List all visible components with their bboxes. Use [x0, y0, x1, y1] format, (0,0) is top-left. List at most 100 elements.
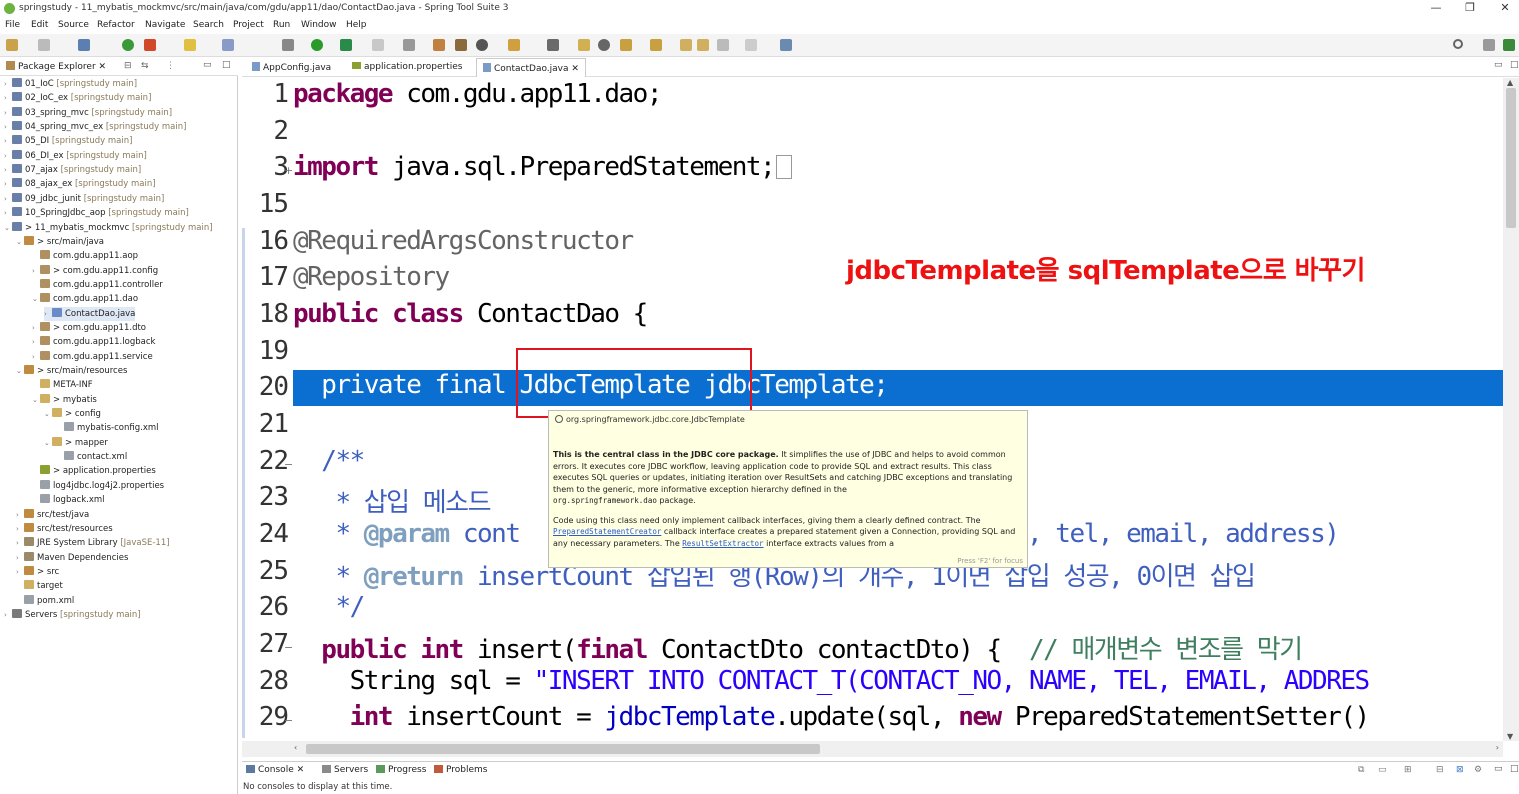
chevron-right-icon[interactable]: ›: [32, 335, 40, 349]
tree-item[interactable]: › JRE System Library [JavaSE-11]: [16, 536, 170, 550]
chevron-right-icon[interactable]: ›: [4, 106, 12, 120]
debug-icon[interactable]: [282, 39, 294, 51]
tree-item[interactable]: › 03_spring_mvc [springstudy main]: [4, 106, 172, 120]
tree-item[interactable]: › > src: [16, 565, 59, 579]
menu-edit[interactable]: Edit: [31, 20, 48, 30]
open-folder-icon[interactable]: [508, 39, 520, 51]
expand-fold-icon[interactable]: +: [284, 164, 293, 177]
minimize-view-icon[interactable]: ▭: [203, 60, 212, 70]
collapse-fold-icon[interactable]: −: [284, 641, 293, 654]
tree-item[interactable]: › src/test/resources: [16, 522, 113, 536]
last-edit-icon[interactable]: [680, 39, 692, 51]
save-icon[interactable]: [38, 39, 50, 51]
tree-item[interactable]: logback.xml: [32, 493, 105, 507]
pin-editor-icon[interactable]: [780, 39, 792, 51]
code-line-18[interactable]: public class ContactDao {: [293, 299, 648, 329]
tree-item[interactable]: › 07_ajax [springstudy main]: [4, 163, 141, 177]
close-button[interactable]: ✕: [1497, 1, 1513, 15]
tree-item[interactable]: › 10_SpringJdbc_aop [springstudy main]: [4, 206, 189, 220]
minimize-view-icon[interactable]: ▭: [1494, 764, 1503, 774]
scroll-up-icon[interactable]: ▲: [1507, 78, 1513, 87]
tree-item[interactable]: log4jdbc.log4j2.properties: [32, 479, 164, 493]
tree-item[interactable]: pom.xml: [16, 594, 74, 608]
tree-item[interactable]: › 09_jdbc_junit [springstudy main]: [4, 192, 164, 206]
chevron-down-icon[interactable]: ⌄: [16, 364, 24, 378]
code-line-16[interactable]: @RequiredArgsConstructor: [293, 226, 634, 256]
tree-item[interactable]: com.gdu.app11.aop: [32, 249, 138, 263]
print-icon[interactable]: [78, 39, 90, 51]
chevron-right-icon[interactable]: ›: [4, 163, 12, 177]
tree-item[interactable]: contact.xml: [56, 450, 127, 464]
chevron-right-icon[interactable]: ›: [16, 522, 24, 536]
gear-icon[interactable]: ⚙: [1474, 765, 1482, 775]
chevron-down-icon[interactable]: ⌄: [32, 292, 40, 306]
open-type-icon[interactable]: [476, 39, 488, 51]
folded-imports-marker[interactable]: [776, 155, 793, 179]
chevron-right-icon[interactable]: ›: [32, 321, 40, 335]
view-menu-icon[interactable]: ⋮: [166, 61, 175, 71]
tree-item[interactable]: › ContactDao.java: [44, 306, 136, 321]
tree-item[interactable]: ⌄ > mapper: [44, 436, 108, 450]
chevron-right-icon[interactable]: ›: [4, 91, 12, 105]
tree-item[interactable]: target: [16, 579, 63, 593]
console-clear-icon[interactable]: ⊟: [1436, 765, 1444, 775]
console-scroll-lock-icon[interactable]: ⊠: [1456, 765, 1464, 775]
collapse-fold-icon[interactable]: −: [284, 458, 293, 471]
code-line-22[interactable]: /**: [293, 446, 365, 476]
tree-item[interactable]: › 08_ajax_ex [springstudy main]: [4, 177, 156, 191]
chevron-right-icon[interactable]: ›: [16, 536, 24, 550]
scroll-right-icon[interactable]: ›: [1496, 743, 1499, 752]
restore-button[interactable]: ❐: [1462, 1, 1478, 15]
chevron-right-icon[interactable]: ›: [4, 77, 12, 91]
prev-annotation-icon[interactable]: [650, 39, 662, 51]
console-pin-icon[interactable]: ▭: [1378, 765, 1387, 775]
tree-item[interactable]: › src/test/java: [16, 508, 89, 522]
javadoc-hover-popup[interactable]: org.springframework.jdbc.core.JdbcTempla…: [548, 410, 1028, 568]
new-icon[interactable]: [6, 39, 18, 51]
menu-search[interactable]: Search: [193, 20, 224, 30]
chevron-right-icon[interactable]: ›: [44, 307, 52, 321]
vertical-scrollbar[interactable]: ▲ ▼: [1503, 78, 1519, 741]
tab-application-properties[interactable]: application.properties: [346, 58, 468, 77]
chevron-right-icon[interactable]: ›: [32, 264, 40, 278]
chevron-down-icon[interactable]: ⌄: [16, 235, 24, 249]
new-package-icon[interactable]: [433, 39, 445, 51]
forward-arrow-icon[interactable]: [745, 39, 757, 51]
mark-icon[interactable]: [184, 39, 196, 51]
chevron-down-icon[interactable]: ⌄: [44, 436, 52, 450]
tree-item[interactable]: › 02_IoC_ex [springstudy main]: [4, 91, 151, 105]
tree-item[interactable]: › com.gdu.app11.service: [32, 350, 153, 364]
tree-item[interactable]: ⌄ > src/main/resources: [16, 364, 127, 378]
tab-problems[interactable]: Problems: [434, 765, 487, 775]
tree-item[interactable]: com.gdu.app11.controller: [32, 278, 163, 292]
menu-window[interactable]: Window: [301, 20, 337, 30]
chevron-right-icon[interactable]: ›: [16, 565, 24, 579]
tab-package-explorer[interactable]: Package Explorer ✕: [2, 58, 110, 76]
close-icon[interactable]: ✕: [571, 64, 579, 74]
search-tool-icon[interactable]: [547, 39, 559, 51]
search-icon[interactable]: [1453, 39, 1463, 49]
collapse-fold-icon[interactable]: −: [284, 714, 293, 727]
chevron-down-icon[interactable]: ⌄: [4, 221, 12, 235]
tree-item[interactable]: ⌄ > mybatis: [32, 393, 97, 407]
console-open-icon[interactable]: ⊞: [1404, 765, 1412, 775]
close-icon[interactable]: ✕: [99, 62, 107, 72]
spring-boot-icon[interactable]: [122, 39, 134, 51]
menu-source[interactable]: Source: [58, 20, 89, 30]
code-line-24-tail[interactable]: , tel, email, address): [1027, 519, 1340, 549]
console-display-icon[interactable]: ⧉: [1358, 765, 1364, 775]
chevron-right-icon[interactable]: ›: [32, 350, 40, 364]
code-line-27[interactable]: public int insert(final ContactDto conta…: [293, 629, 1303, 666]
tree-item[interactable]: ⌄ > config: [44, 407, 101, 421]
tree-item[interactable]: › com.gdu.app11.logback: [32, 335, 155, 349]
collapse-all-icon[interactable]: ⊟: [124, 61, 132, 71]
maximize-view-icon[interactable]: □: [1510, 60, 1519, 70]
new-class-icon[interactable]: [455, 39, 467, 51]
chevron-right-icon[interactable]: ›: [4, 206, 12, 220]
coverage-icon[interactable]: [340, 39, 352, 51]
close-icon[interactable]: ✕: [297, 765, 305, 775]
tree-item[interactable]: mybatis-config.xml: [56, 421, 159, 435]
chevron-right-icon[interactable]: ›: [4, 177, 12, 191]
menu-project[interactable]: Project: [233, 20, 264, 30]
chevron-right-icon[interactable]: ›: [4, 149, 12, 163]
